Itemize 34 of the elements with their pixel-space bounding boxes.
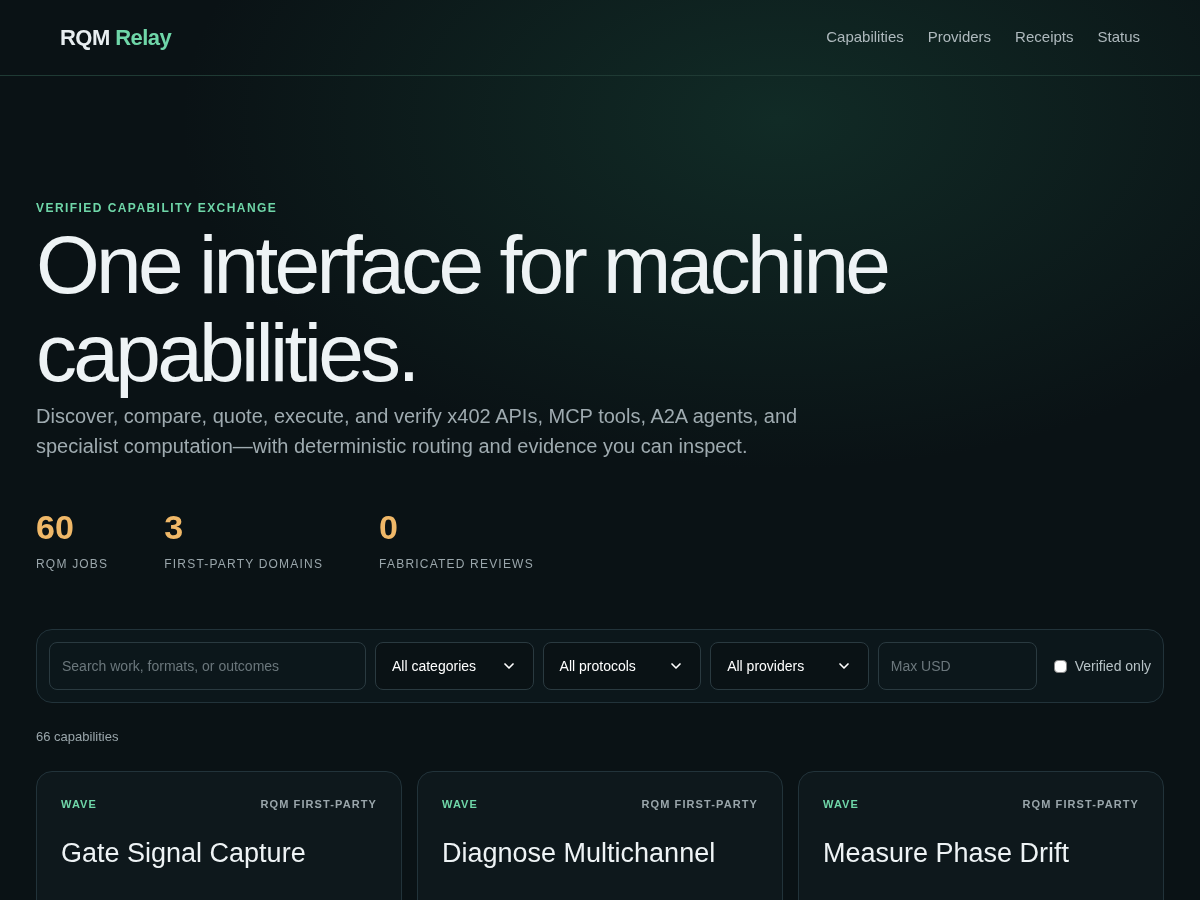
provider-tag: RQM FIRST-PARTY (260, 795, 377, 812)
stat-value: 3 (164, 507, 185, 547)
stat-label: FIRST-PARTY DOMAINS (164, 556, 324, 573)
result-count: 66 capabilities (36, 728, 120, 746)
category-tag: WAVE (823, 795, 859, 812)
filter-dropdown[interactable]: All providers (710, 642, 869, 690)
provider-tag: RQM FIRST-PARTY (641, 795, 758, 812)
hero-title: One interface for machine capabilities. (36, 221, 889, 397)
nav-link[interactable]: Receipts (1015, 26, 1074, 49)
stat-label: RQM JOBS (36, 556, 109, 573)
nav-link[interactable]: Status (1097, 26, 1140, 49)
capability-card[interactable]: WAVE RQM FIRST-PARTY Diagnose Multichannel (417, 770, 783, 900)
category-tag: WAVE (61, 795, 97, 812)
search-field[interactable]: Search work, formats, or outcomes (49, 642, 366, 690)
nav-link[interactable]: Capabilities (826, 26, 904, 49)
verified-checkbox[interactable] (1053, 659, 1067, 673)
stat-value: 0 (379, 507, 400, 547)
capability-card[interactable]: WAVE RQM FIRST-PARTY Gate Signal Capture (36, 770, 402, 900)
category-tag: WAVE (442, 795, 478, 812)
card-title: Diagnose Multichannel (442, 837, 717, 870)
max-price-field[interactable]: Max USD (877, 642, 1037, 690)
capability-card[interactable]: WAVE RQM FIRST-PARTY Measure Phase Drift (798, 770, 1164, 900)
filter-dropdown[interactable]: All protocols (542, 642, 702, 690)
nav-link[interactable]: Providers (927, 26, 992, 49)
stat-label: FABRICATED REVIEWS (379, 556, 534, 573)
card-title: Measure Phase Drift (823, 837, 1071, 870)
provider-tag: RQM FIRST-PARTY (1022, 795, 1139, 812)
brand-logo[interactable]: RQM Relay (60, 21, 172, 54)
hero-subtitle: Discover, compare, quote, execute, and verify x402 APIs, MCP tools, A2A agents, and specialist computation—with deterministic routing and evidence you can inspect. (36, 404, 799, 459)
filter-dropdown[interactable]: All categories (375, 642, 534, 690)
eyebrow-label: VERIFIED CAPABILITY EXCHANGE (36, 200, 279, 217)
checkbox-label: Verified only (1074, 656, 1151, 676)
stat-value: 60 (36, 507, 75, 547)
card-title: Gate Signal Capture (61, 837, 307, 870)
